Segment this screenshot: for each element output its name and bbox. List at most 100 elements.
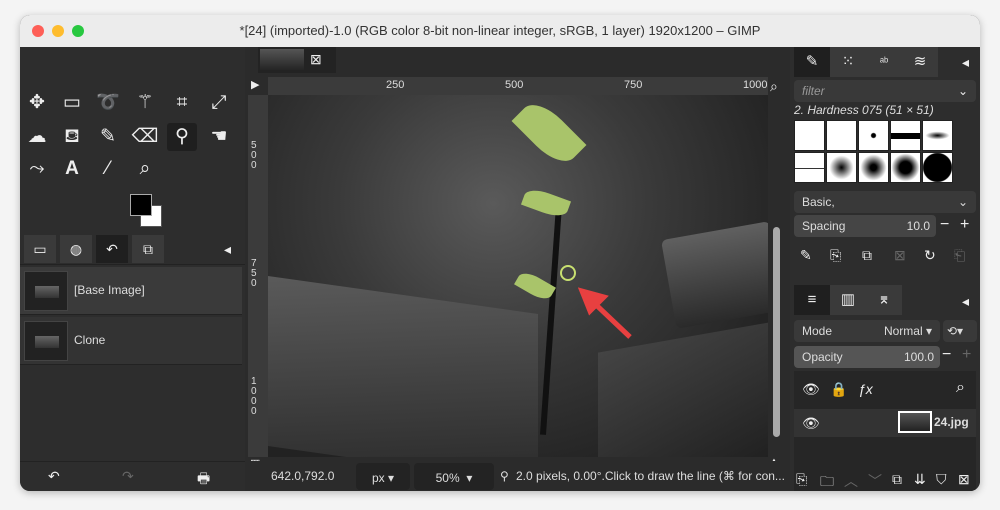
quick-mask-menu-icon[interactable]: ▶	[251, 78, 259, 91]
raise-layer-icon[interactable]: ︿	[844, 471, 858, 491]
opacity-slider[interactable]: Opacity 100.0	[794, 346, 940, 368]
color-picker-tool-icon[interactable]: ⁄	[93, 155, 123, 183]
tool-options-tab[interactable]: ◍	[60, 235, 92, 263]
status-bar: 642.0,792.0 px ▾ 50% ▾ ⚲ 2.0 pixels, 0.0…	[248, 461, 788, 491]
brush-item[interactable]	[826, 120, 857, 151]
plant-leaf	[511, 95, 587, 171]
layer-mode-select[interactable]: Mode Normal ▾	[794, 320, 940, 342]
visibility-header-icon: 👁	[802, 381, 820, 397]
dock-menu-icon[interactable]: ◂	[962, 293, 969, 310]
lasso-tool-icon[interactable]: ➰	[93, 89, 123, 117]
opacity-decrease-button[interactable]: −	[942, 346, 951, 364]
merge-layer-icon[interactable]: ⇊	[914, 471, 926, 488]
text-tool-icon[interactable]: A	[57, 155, 87, 183]
brush-item[interactable]	[826, 152, 857, 183]
bucket-fill-tool-icon[interactable]: ⛾	[57, 123, 87, 151]
device-status-tab[interactable]: ▭	[24, 235, 56, 263]
ruler-tick: 750	[251, 258, 257, 289]
delete-layer-icon[interactable]: ⊠	[958, 471, 970, 488]
brush-filter-input[interactable]: filter ⌄	[794, 80, 976, 102]
warp-tool-icon[interactable]: ☁	[22, 123, 52, 151]
image-tab-thumbnail	[260, 49, 304, 71]
brush-grid[interactable]	[794, 120, 956, 188]
spacing-increase-button[interactable]: +	[960, 216, 969, 234]
zoom-window-button[interactable]	[72, 25, 84, 37]
history-item[interactable]: Clone	[20, 317, 242, 365]
ruler-tick: 1000	[743, 79, 768, 91]
document-history-tab[interactable]: ≋	[902, 47, 938, 77]
unit-select[interactable]: px ▾	[356, 463, 410, 490]
delete-brush-icon[interactable]: ⊠	[894, 247, 906, 264]
new-layer-group-icon[interactable]: 🗀	[820, 471, 834, 491]
zoom-image-icon[interactable]: ⌕	[770, 78, 778, 95]
fonts-tab[interactable]: ᵃᵇ	[866, 47, 902, 77]
dock-menu-icon[interactable]: ◂	[962, 54, 969, 71]
paths-tool-icon[interactable]: ⤳	[22, 155, 52, 183]
spacing-slider[interactable]: Spacing 10.0	[794, 215, 936, 237]
zoom-value: 50%	[435, 471, 460, 485]
lower-layer-icon[interactable]: ﹀	[868, 471, 882, 491]
close-window-button[interactable]	[32, 25, 44, 37]
paintbrush-tool-icon[interactable]: ✎	[93, 123, 123, 151]
composite-mode-select[interactable]: ⟲▾	[943, 320, 977, 342]
smudge-tool-icon[interactable]: ☚	[204, 123, 234, 151]
layer-actions: ⎘ 🗀 ︿ ﹀ ⧉ ⇊ ⛉ ⊠	[790, 467, 980, 491]
rect-select-tool-icon[interactable]: ▭	[57, 89, 87, 117]
refresh-brushes-icon[interactable]: ↻	[924, 247, 936, 264]
move-tool-icon[interactable]: ✥	[22, 89, 52, 117]
dock-menu-icon[interactable]: ◂	[224, 241, 231, 258]
new-layer-icon[interactable]: ⎘	[796, 471, 807, 488]
close-image-tab-icon[interactable]: ⊠	[310, 51, 322, 68]
brush-item[interactable]	[922, 120, 953, 151]
undo-history-tab[interactable]: ↶	[96, 235, 128, 263]
image-tab[interactable]: ⊠	[258, 47, 336, 73]
clone-tool-status-icon: ⚲	[500, 469, 509, 483]
brush-item[interactable]	[794, 152, 825, 183]
opacity-increase-button[interactable]: +	[962, 346, 971, 364]
layer-visibility-icon[interactable]: 👁	[802, 415, 820, 432]
brush-item[interactable]	[890, 152, 921, 183]
fuzzy-select-tool-icon[interactable]: ⚚	[130, 89, 160, 117]
transform-tool-icon[interactable]: ⤢	[204, 89, 234, 117]
eraser-tool-icon[interactable]: ⌫	[130, 123, 160, 151]
patterns-tab[interactable]: ⁙	[830, 47, 866, 77]
open-brush-as-image-icon[interactable]: ⎗	[954, 247, 965, 264]
image-canvas[interactable]	[268, 95, 768, 457]
channels-tab[interactable]: ▥	[830, 285, 866, 315]
new-brush-icon[interactable]: ⎘	[830, 247, 841, 264]
history-item[interactable]: [Base Image]	[20, 267, 242, 315]
images-tab[interactable]: ⧉	[132, 235, 164, 263]
redo-button[interactable]: ↷	[122, 468, 134, 485]
search-layers-icon[interactable]: ⌕	[956, 379, 965, 397]
minimize-window-button[interactable]	[52, 25, 64, 37]
undo-button[interactable]: ↶	[48, 468, 60, 485]
brush-item[interactable]	[794, 120, 825, 151]
foreground-color-swatch[interactable]	[130, 194, 152, 216]
duplicate-brush-icon[interactable]: ⧉	[862, 247, 872, 264]
clear-history-button[interactable]: 🖶	[197, 468, 210, 491]
edit-brush-icon[interactable]: ✎	[800, 247, 812, 264]
brush-preset-select[interactable]: Basic, ⌄	[794, 191, 976, 213]
zoom-select[interactable]: 50% ▾	[414, 463, 494, 490]
effects-header-icon: ƒx	[858, 381, 873, 397]
paths-tab[interactable]: ⌆	[866, 285, 902, 315]
spacing-decrease-button[interactable]: −	[940, 216, 949, 234]
zoom-tool-icon[interactable]: ⌕	[130, 155, 160, 183]
horizontal-ruler: 250 500 750 1000	[268, 77, 768, 95]
clone-tool-icon[interactable]: ⚲	[167, 123, 197, 151]
layers-tab[interactable]: ≡	[794, 285, 830, 315]
brush-item[interactable]	[858, 120, 889, 151]
crop-tool-icon[interactable]: ⌗	[167, 89, 197, 117]
duplicate-layer-icon[interactable]: ⧉	[892, 471, 902, 488]
layer-mask-icon[interactable]: ⛉	[936, 471, 947, 488]
brush-item[interactable]	[890, 120, 921, 151]
brush-item[interactable]	[922, 152, 953, 183]
brushes-tab[interactable]: ✎	[794, 47, 830, 77]
vertical-scrollbar[interactable]	[773, 227, 780, 437]
layer-name: 24.jpg	[934, 415, 969, 429]
brush-item[interactable]	[858, 152, 889, 183]
brush-cursor	[560, 265, 576, 281]
ruler-tick: 1000	[251, 376, 257, 417]
layer-row[interactable]: 👁 24.jpg	[794, 409, 976, 437]
ruler-tick: 750	[624, 79, 643, 91]
